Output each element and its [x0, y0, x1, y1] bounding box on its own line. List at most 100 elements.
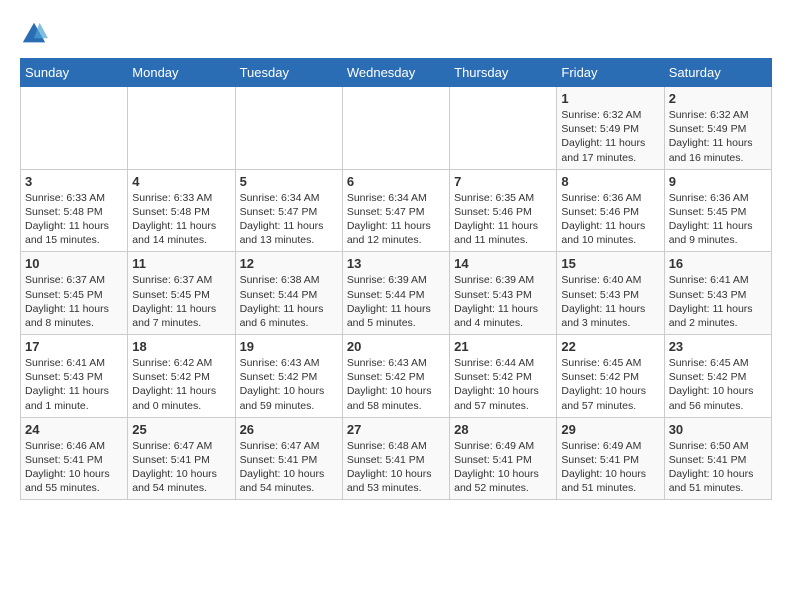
day-info: Sunrise: 6:44 AMSunset: 5:42 PMDaylight:…	[454, 356, 552, 413]
weekday-header-tuesday: Tuesday	[235, 59, 342, 87]
day-info: Sunrise: 6:33 AMSunset: 5:48 PMDaylight:…	[25, 191, 123, 248]
day-info: Sunrise: 6:39 AMSunset: 5:44 PMDaylight:…	[347, 273, 445, 330]
calendar: SundayMondayTuesdayWednesdayThursdayFrid…	[20, 58, 772, 500]
day-info: Sunrise: 6:34 AMSunset: 5:47 PMDaylight:…	[347, 191, 445, 248]
weekday-header-monday: Monday	[128, 59, 235, 87]
day-info: Sunrise: 6:42 AMSunset: 5:42 PMDaylight:…	[132, 356, 230, 413]
week-row-2: 3 Sunrise: 6:33 AMSunset: 5:48 PMDaylight…	[21, 169, 772, 252]
day-cell: 27 Sunrise: 6:48 AMSunset: 5:41 PMDayligh…	[342, 417, 449, 500]
day-cell: 29 Sunrise: 6:49 AMSunset: 5:41 PMDayligh…	[557, 417, 664, 500]
day-number: 16	[669, 256, 767, 271]
day-info: Sunrise: 6:50 AMSunset: 5:41 PMDaylight:…	[669, 439, 767, 496]
day-number: 19	[240, 339, 338, 354]
day-number: 18	[132, 339, 230, 354]
day-number: 22	[561, 339, 659, 354]
weekday-header-wednesday: Wednesday	[342, 59, 449, 87]
day-info: Sunrise: 6:32 AMSunset: 5:49 PMDaylight:…	[561, 108, 659, 165]
day-number: 29	[561, 422, 659, 437]
day-cell: 6 Sunrise: 6:34 AMSunset: 5:47 PMDaylight…	[342, 169, 449, 252]
day-cell: 3 Sunrise: 6:33 AMSunset: 5:48 PMDaylight…	[21, 169, 128, 252]
day-cell: 12Sunrise: 6:38 AMSunset: 5:44 PMDayligh…	[235, 252, 342, 335]
day-cell: 14 Sunrise: 6:39 AMSunset: 5:43 PMDayligh…	[450, 252, 557, 335]
day-cell: 11Sunrise: 6:37 AMSunset: 5:45 PMDayligh…	[128, 252, 235, 335]
day-cell: 4Sunrise: 6:33 AMSunset: 5:48 PMDaylight…	[128, 169, 235, 252]
day-number: 6	[347, 174, 445, 189]
day-info: Sunrise: 6:37 AMSunset: 5:45 PMDaylight:…	[25, 273, 123, 330]
day-info: Sunrise: 6:32 AMSunset: 5:49 PMDaylight:…	[669, 108, 767, 165]
day-number: 12	[240, 256, 338, 271]
day-number: 15	[561, 256, 659, 271]
weekday-header-saturday: Saturday	[664, 59, 771, 87]
day-number: 3	[25, 174, 123, 189]
day-number: 9	[669, 174, 767, 189]
logo-icon	[20, 20, 48, 48]
day-info: Sunrise: 6:41 AMSunset: 5:43 PMDaylight:…	[669, 273, 767, 330]
day-info: Sunrise: 6:43 AMSunset: 5:42 PMDaylight:…	[347, 356, 445, 413]
day-cell	[21, 87, 128, 170]
day-cell: 17 Sunrise: 6:41 AMSunset: 5:43 PMDayligh…	[21, 335, 128, 418]
day-cell: 28Sunrise: 6:49 AMSunset: 5:41 PMDayligh…	[450, 417, 557, 500]
day-number: 23	[669, 339, 767, 354]
day-cell: 8 Sunrise: 6:36 AMSunset: 5:46 PMDaylight…	[557, 169, 664, 252]
day-number: 30	[669, 422, 767, 437]
day-cell: 16 Sunrise: 6:41 AMSunset: 5:43 PMDayligh…	[664, 252, 771, 335]
day-info: Sunrise: 6:39 AMSunset: 5:43 PMDaylight:…	[454, 273, 552, 330]
day-number: 5	[240, 174, 338, 189]
day-number: 10	[25, 256, 123, 271]
day-number: 21	[454, 339, 552, 354]
weekday-header-friday: Friday	[557, 59, 664, 87]
day-cell: 22Sunrise: 6:45 AMSunset: 5:42 PMDayligh…	[557, 335, 664, 418]
day-cell	[128, 87, 235, 170]
day-number: 27	[347, 422, 445, 437]
day-info: Sunrise: 6:36 AMSunset: 5:46 PMDaylight:…	[561, 191, 659, 248]
weekday-header-row: SundayMondayTuesdayWednesdayThursdayFrid…	[21, 59, 772, 87]
day-cell: 15 Sunrise: 6:40 AMSunset: 5:43 PMDayligh…	[557, 252, 664, 335]
day-info: Sunrise: 6:45 AMSunset: 5:42 PMDaylight:…	[669, 356, 767, 413]
day-cell: 30 Sunrise: 6:50 AMSunset: 5:41 PMDayligh…	[664, 417, 771, 500]
day-info: Sunrise: 6:48 AMSunset: 5:41 PMDaylight:…	[347, 439, 445, 496]
day-info: Sunrise: 6:35 AMSunset: 5:46 PMDaylight:…	[454, 191, 552, 248]
day-info: Sunrise: 6:34 AMSunset: 5:47 PMDaylight:…	[240, 191, 338, 248]
day-number: 17	[25, 339, 123, 354]
day-cell: 13Sunrise: 6:39 AMSunset: 5:44 PMDayligh…	[342, 252, 449, 335]
day-number: 25	[132, 422, 230, 437]
week-row-1: 1 Sunrise: 6:32 AMSunset: 5:49 PMDaylight…	[21, 87, 772, 170]
weekday-header-thursday: Thursday	[450, 59, 557, 87]
day-info: Sunrise: 6:43 AMSunset: 5:42 PMDaylight:…	[240, 356, 338, 413]
day-info: Sunrise: 6:41 AMSunset: 5:43 PMDaylight:…	[25, 356, 123, 413]
day-number: 4	[132, 174, 230, 189]
day-number: 8	[561, 174, 659, 189]
logo	[20, 20, 52, 48]
day-cell: 21 Sunrise: 6:44 AMSunset: 5:42 PMDayligh…	[450, 335, 557, 418]
day-info: Sunrise: 6:46 AMSunset: 5:41 PMDaylight:…	[25, 439, 123, 496]
day-number: 20	[347, 339, 445, 354]
day-info: Sunrise: 6:49 AMSunset: 5:41 PMDaylight:…	[561, 439, 659, 496]
calendar-header: SundayMondayTuesdayWednesdayThursdayFrid…	[21, 59, 772, 87]
day-cell: 20 Sunrise: 6:43 AMSunset: 5:42 PMDayligh…	[342, 335, 449, 418]
day-number: 24	[25, 422, 123, 437]
day-number: 7	[454, 174, 552, 189]
day-cell: 24 Sunrise: 6:46 AMSunset: 5:41 PMDayligh…	[21, 417, 128, 500]
day-cell	[450, 87, 557, 170]
day-cell: 2Sunrise: 6:32 AMSunset: 5:49 PMDaylight…	[664, 87, 771, 170]
day-cell	[235, 87, 342, 170]
week-row-4: 17 Sunrise: 6:41 AMSunset: 5:43 PMDayligh…	[21, 335, 772, 418]
day-number: 28	[454, 422, 552, 437]
weekday-header-sunday: Sunday	[21, 59, 128, 87]
week-row-5: 24 Sunrise: 6:46 AMSunset: 5:41 PMDayligh…	[21, 417, 772, 500]
day-cell: 18 Sunrise: 6:42 AMSunset: 5:42 PMDayligh…	[128, 335, 235, 418]
day-info: Sunrise: 6:40 AMSunset: 5:43 PMDaylight:…	[561, 273, 659, 330]
day-info: Sunrise: 6:37 AMSunset: 5:45 PMDaylight:…	[132, 273, 230, 330]
header	[20, 20, 772, 48]
day-cell: 25 Sunrise: 6:47 AMSunset: 5:41 PMDayligh…	[128, 417, 235, 500]
day-number: 14	[454, 256, 552, 271]
day-cell: 5 Sunrise: 6:34 AMSunset: 5:47 PMDaylight…	[235, 169, 342, 252]
day-info: Sunrise: 6:47 AMSunset: 5:41 PMDaylight:…	[132, 439, 230, 496]
day-cell: 19 Sunrise: 6:43 AMSunset: 5:42 PMDayligh…	[235, 335, 342, 418]
day-number: 1	[561, 91, 659, 106]
week-row-3: 10 Sunrise: 6:37 AMSunset: 5:45 PMDayligh…	[21, 252, 772, 335]
day-cell	[342, 87, 449, 170]
day-cell: 7 Sunrise: 6:35 AMSunset: 5:46 PMDaylight…	[450, 169, 557, 252]
day-number: 26	[240, 422, 338, 437]
day-cell: 1 Sunrise: 6:32 AMSunset: 5:49 PMDaylight…	[557, 87, 664, 170]
